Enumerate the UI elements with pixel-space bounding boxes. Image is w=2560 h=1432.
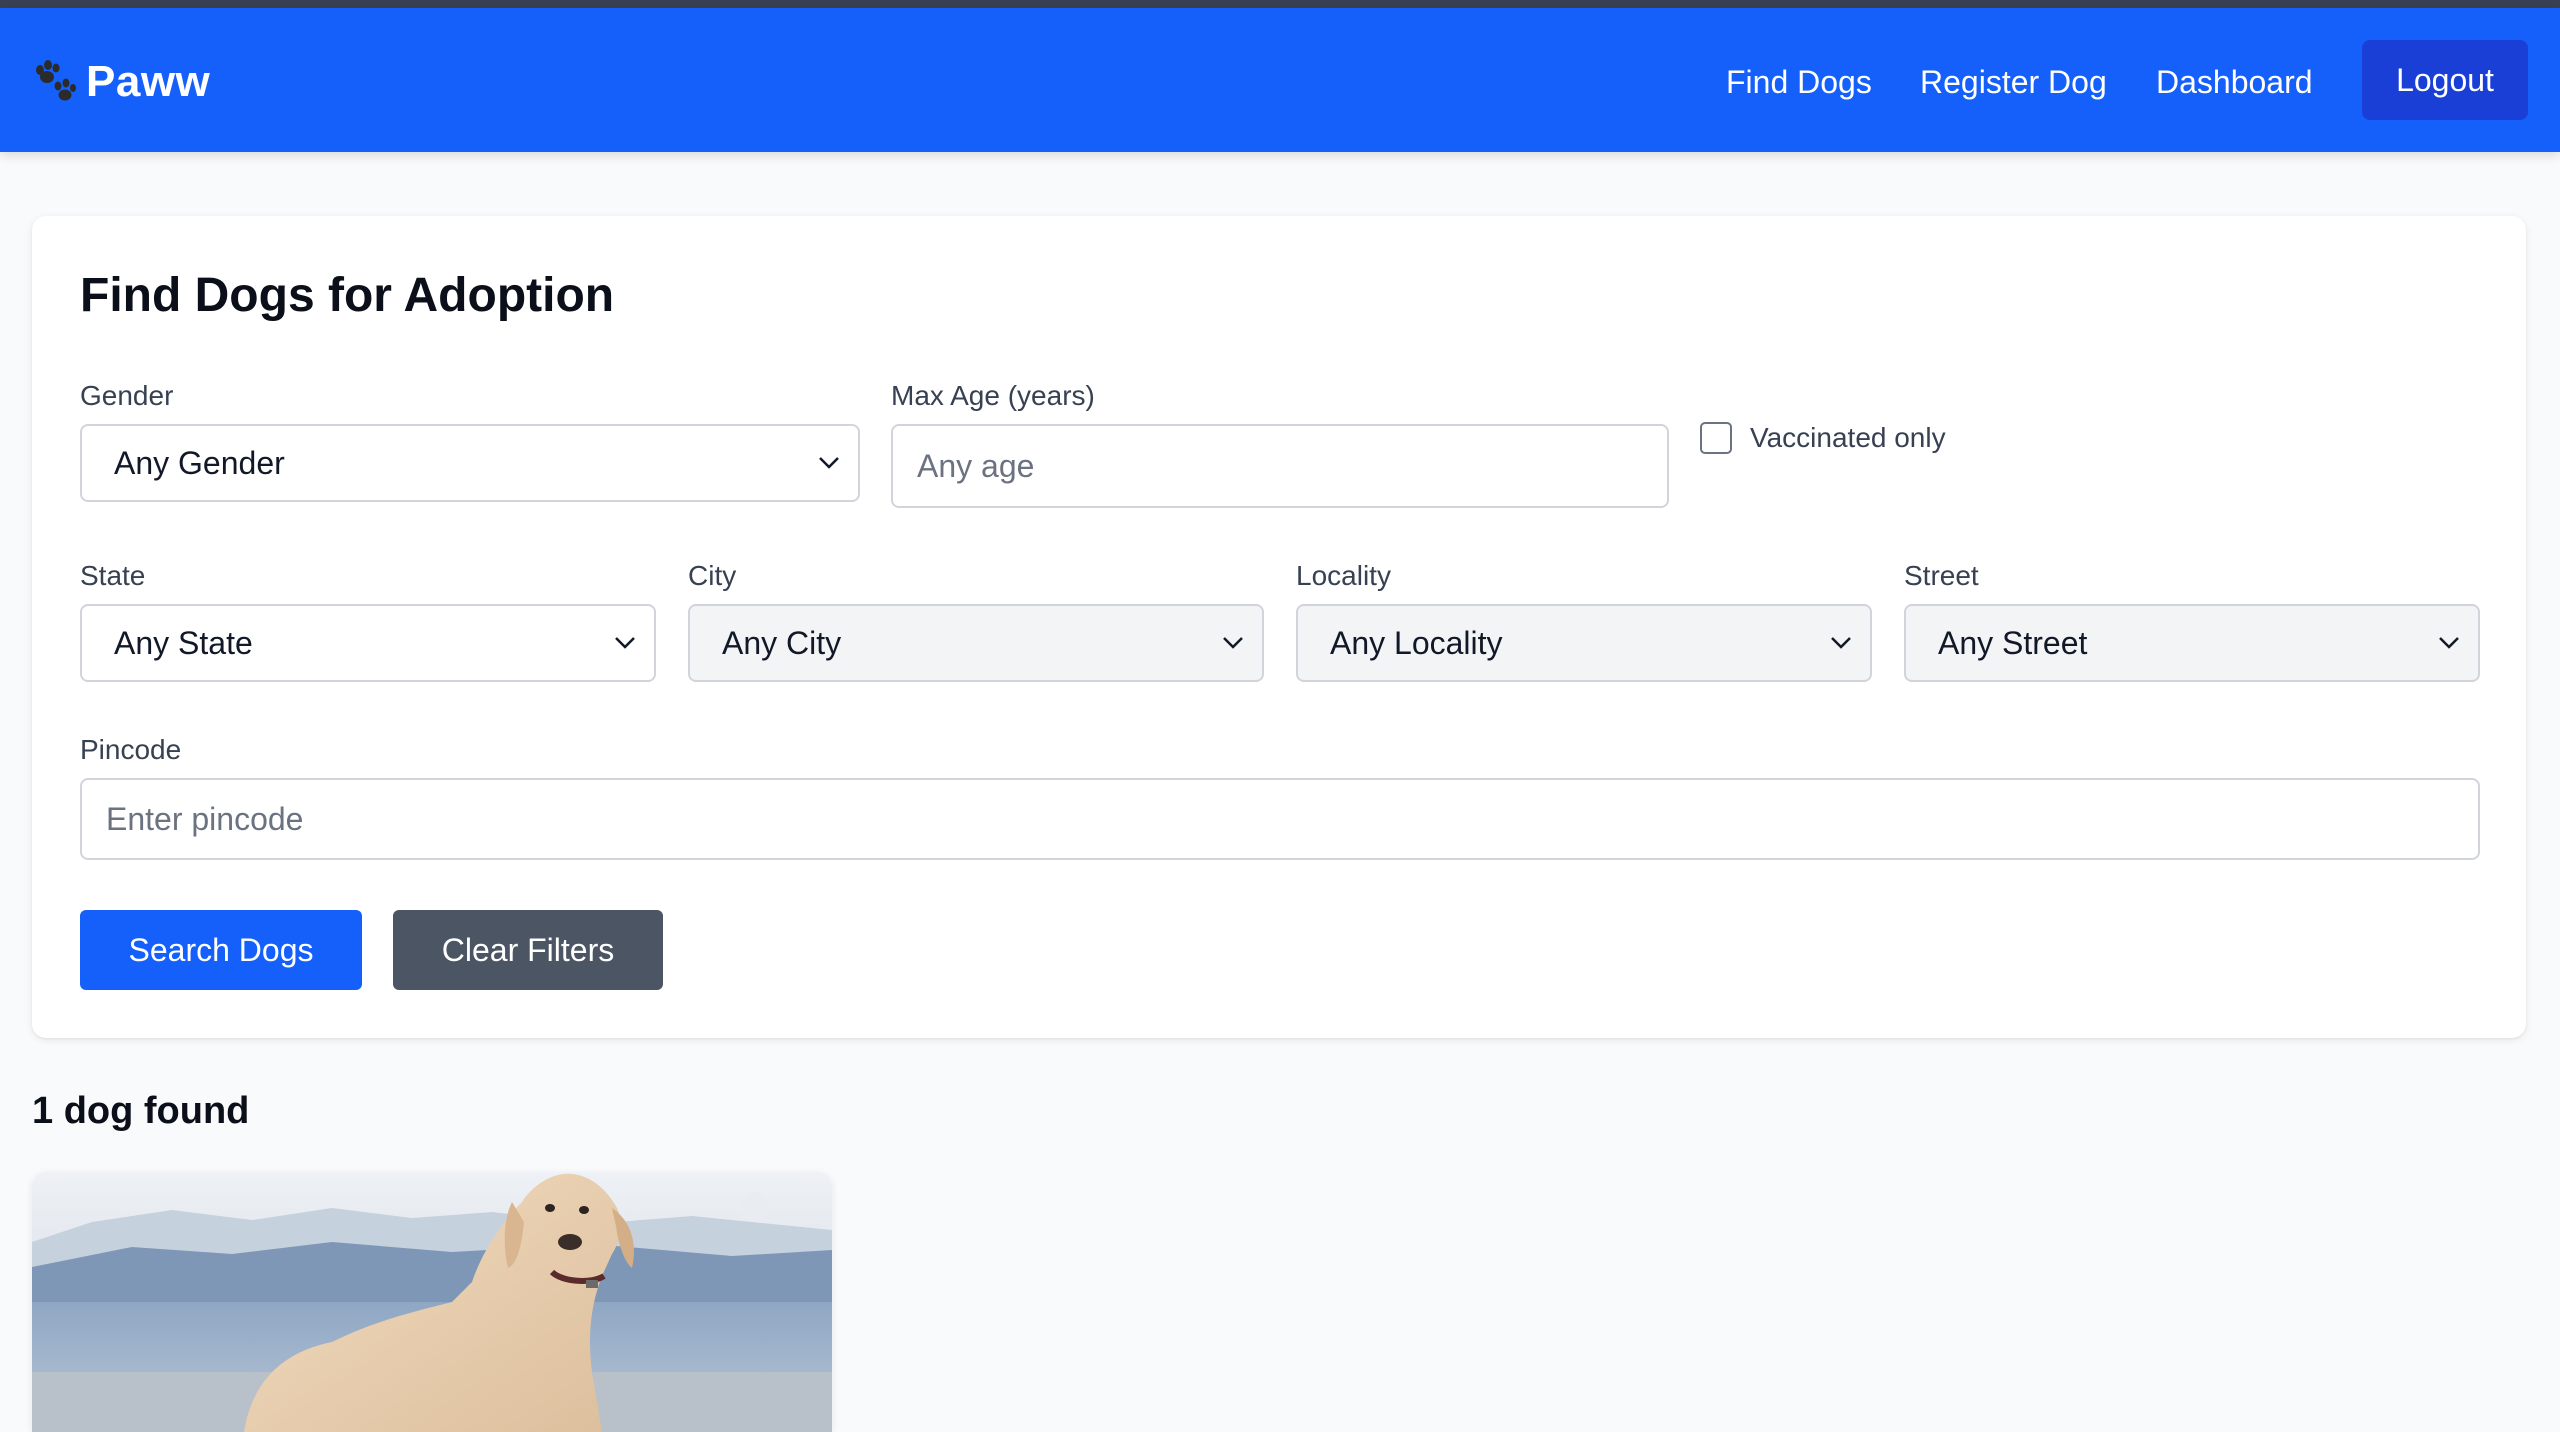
paw-prints-icon — [36, 60, 76, 101]
nav-find-dogs[interactable]: Find Dogs — [1726, 62, 1872, 102]
chevron-down-icon — [819, 457, 839, 469]
vaccinated-checkbox[interactable] — [1700, 422, 1732, 454]
window-top-strip — [0, 0, 2560, 8]
locality-select[interactable]: Any Locality — [1296, 604, 1872, 682]
nav-register-dog[interactable]: Register Dog — [1920, 62, 2107, 102]
chevron-down-icon — [1831, 637, 1851, 649]
street-select-value: Any Street — [1938, 624, 2088, 661]
chevron-down-icon — [2439, 637, 2459, 649]
logout-button[interactable]: Logout — [2362, 40, 2528, 120]
clear-filters-button[interactable]: Clear Filters — [393, 910, 663, 990]
brand-name: Paww — [86, 57, 211, 106]
gender-select-value: Any Gender — [114, 444, 285, 481]
vaccinated-label: Vaccinated only — [1750, 422, 1946, 453]
dog-photo — [32, 1172, 832, 1432]
max-age-input[interactable] — [891, 424, 1669, 508]
pincode-label: Pincode — [80, 734, 182, 765]
results-count: 1 dog found — [32, 1090, 250, 1132]
page-title: Find Dogs for Adoption — [80, 269, 615, 322]
nav-dashboard[interactable]: Dashboard — [2156, 62, 2313, 102]
street-select[interactable]: Any Street — [1904, 604, 2480, 682]
search-filters-card: Find Dogs for Adoption Gender Any Gender… — [32, 216, 2526, 1038]
locality-label: Locality — [1296, 560, 1391, 591]
dog-result-card[interactable] — [32, 1172, 832, 1432]
city-select[interactable]: Any City — [688, 604, 1264, 682]
brand-logo[interactable]: Paww — [30, 52, 210, 112]
vaccinated-only-toggle[interactable]: Vaccinated only — [1700, 422, 1946, 454]
pincode-input[interactable] — [80, 778, 2480, 860]
city-label: City — [688, 560, 737, 591]
city-select-value: Any City — [722, 624, 842, 661]
state-select[interactable]: Any State — [80, 604, 656, 682]
state-select-value: Any State — [114, 624, 253, 661]
chevron-down-icon — [1223, 637, 1243, 649]
state-label: State — [80, 560, 146, 591]
watermark-icon — [740, 1192, 768, 1220]
search-dogs-button[interactable]: Search Dogs — [80, 910, 362, 990]
navbar: Paww Find Dogs Register Dog Dashboard Lo… — [0, 8, 2560, 152]
gender-label: Gender — [80, 380, 174, 411]
locality-select-value: Any Locality — [1330, 624, 1503, 661]
chevron-down-icon — [615, 637, 635, 649]
max-age-label: Max Age (years) — [891, 380, 1095, 411]
street-label: Street — [1904, 560, 1979, 591]
gender-select[interactable]: Any Gender — [80, 424, 860, 502]
